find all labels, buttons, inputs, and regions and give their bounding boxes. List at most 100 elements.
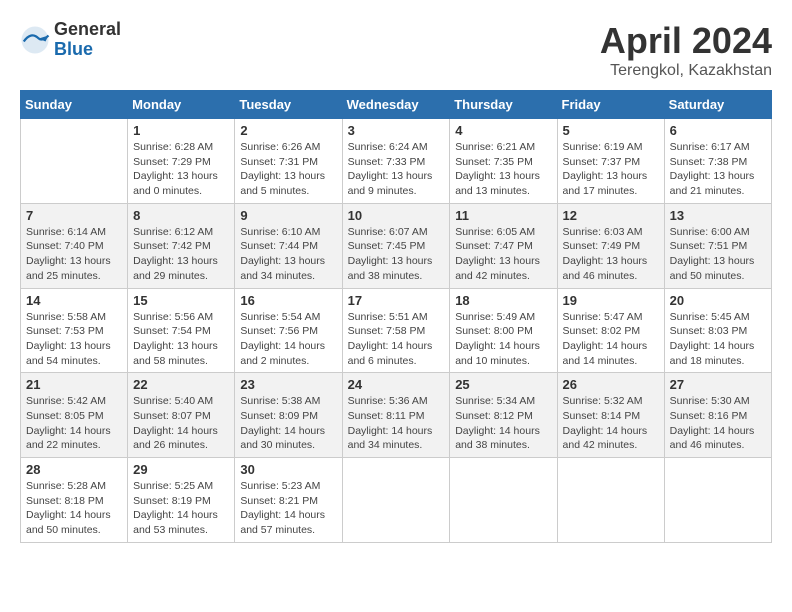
- title-block: April 2024 Terengkol, Kazakhstan: [600, 20, 772, 80]
- day-info: Sunrise: 6:26 AMSunset: 7:31 PMDaylight:…: [240, 140, 336, 199]
- day-cell: 20Sunrise: 5:45 AMSunset: 8:03 PMDayligh…: [664, 288, 771, 373]
- day-info: Sunrise: 6:24 AMSunset: 7:33 PMDaylight:…: [348, 140, 445, 199]
- day-info: Sunrise: 5:49 AMSunset: 8:00 PMDaylight:…: [455, 310, 551, 369]
- day-info: Sunrise: 5:25 AMSunset: 8:19 PMDaylight:…: [133, 479, 229, 538]
- day-cell: 10 Sunrise: 6:07 AMSunset: 7:45 PMDayligh…: [342, 203, 450, 288]
- day-info: Sunrise: 6:07 AMSunset: 7:45 PMDaylight:…: [348, 225, 445, 284]
- day-number: 19: [563, 293, 659, 308]
- day-info: Sunrise: 6:03 AMSunset: 7:49 PMDaylight:…: [563, 225, 659, 284]
- day-cell: 1 Sunrise: 6:28 AMSunset: 7:29 PMDaylight…: [128, 119, 235, 204]
- day-number: 2: [240, 123, 336, 138]
- day-cell: 18Sunrise: 5:49 AMSunset: 8:00 PMDayligh…: [450, 288, 557, 373]
- day-cell: 7 Sunrise: 6:14 AMSunset: 7:40 PMDaylight…: [21, 203, 128, 288]
- day-number: 8: [133, 208, 229, 223]
- column-header-saturday: Saturday: [664, 91, 771, 119]
- logo-general-text: General: [54, 20, 121, 40]
- week-row-2: 7 Sunrise: 6:14 AMSunset: 7:40 PMDaylight…: [21, 203, 772, 288]
- location: Terengkol, Kazakhstan: [600, 62, 772, 80]
- day-cell: 22 Sunrise: 5:40 AMSunset: 8:07 PMDayligh…: [128, 373, 235, 458]
- day-cell: 13 Sunrise: 6:00 AMSunset: 7:51 PMDayligh…: [664, 203, 771, 288]
- day-number: 11: [455, 208, 551, 223]
- day-number: 4: [455, 123, 551, 138]
- day-info: Sunrise: 5:36 AMSunset: 8:11 PMDaylight:…: [348, 394, 445, 453]
- day-number: 25: [455, 377, 551, 392]
- day-cell: [557, 458, 664, 543]
- day-number: 5: [563, 123, 659, 138]
- day-cell: [342, 458, 450, 543]
- day-info: Sunrise: 5:40 AMSunset: 8:07 PMDaylight:…: [133, 394, 229, 453]
- day-info: Sunrise: 5:28 AMSunset: 8:18 PMDaylight:…: [26, 479, 122, 538]
- day-cell: 19 Sunrise: 5:47 AMSunset: 8:02 PMDayligh…: [557, 288, 664, 373]
- header-row: SundayMondayTuesdayWednesdayThursdayFrid…: [21, 91, 772, 119]
- day-cell: 29Sunrise: 5:25 AMSunset: 8:19 PMDayligh…: [128, 458, 235, 543]
- day-info: Sunrise: 5:47 AMSunset: 8:02 PMDaylight:…: [563, 310, 659, 369]
- day-info: Sunrise: 5:32 AMSunset: 8:14 PMDaylight:…: [563, 394, 659, 453]
- day-info: Sunrise: 5:34 AMSunset: 8:12 PMDaylight:…: [455, 394, 551, 453]
- header: General Blue April 2024 Terengkol, Kazak…: [20, 20, 772, 80]
- day-cell: 24 Sunrise: 5:36 AMSunset: 8:11 PMDayligh…: [342, 373, 450, 458]
- column-header-sunday: Sunday: [21, 91, 128, 119]
- calendar-table: SundayMondayTuesdayWednesdayThursdayFrid…: [20, 90, 772, 543]
- day-cell: 25 Sunrise: 5:34 AMSunset: 8:12 PMDayligh…: [450, 373, 557, 458]
- day-cell: 14Sunrise: 5:58 AMSunset: 7:53 PMDayligh…: [21, 288, 128, 373]
- day-cell: 12 Sunrise: 6:03 AMSunset: 7:49 PMDayligh…: [557, 203, 664, 288]
- day-number: 10: [348, 208, 445, 223]
- column-header-monday: Monday: [128, 91, 235, 119]
- day-cell: 5 Sunrise: 6:19 AMSunset: 7:37 PMDaylight…: [557, 119, 664, 204]
- week-row-4: 21Sunrise: 5:42 AMSunset: 8:05 PMDayligh…: [21, 373, 772, 458]
- day-number: 26: [563, 377, 659, 392]
- day-number: 22: [133, 377, 229, 392]
- day-number: 28: [26, 462, 122, 477]
- column-header-thursday: Thursday: [450, 91, 557, 119]
- day-info: Sunrise: 5:45 AMSunset: 8:03 PMDaylight:…: [670, 310, 766, 369]
- day-cell: 11 Sunrise: 6:05 AMSunset: 7:47 PMDayligh…: [450, 203, 557, 288]
- day-cell: 30Sunrise: 5:23 AMSunset: 8:21 PMDayligh…: [235, 458, 342, 543]
- day-number: 12: [563, 208, 659, 223]
- day-number: 30: [240, 462, 336, 477]
- day-cell: 21Sunrise: 5:42 AMSunset: 8:05 PMDayligh…: [21, 373, 128, 458]
- day-number: 7: [26, 208, 122, 223]
- day-cell: 4 Sunrise: 6:21 AMSunset: 7:35 PMDaylight…: [450, 119, 557, 204]
- column-header-wednesday: Wednesday: [342, 91, 450, 119]
- day-number: 24: [348, 377, 445, 392]
- day-info: Sunrise: 6:21 AMSunset: 7:35 PMDaylight:…: [455, 140, 551, 199]
- day-cell: 23 Sunrise: 5:38 AMSunset: 8:09 PMDayligh…: [235, 373, 342, 458]
- day-cell: [664, 458, 771, 543]
- day-cell: 26 Sunrise: 5:32 AMSunset: 8:14 PMDayligh…: [557, 373, 664, 458]
- day-info: Sunrise: 6:00 AMSunset: 7:51 PMDaylight:…: [670, 225, 766, 284]
- day-info: Sunrise: 5:30 AMSunset: 8:16 PMDaylight:…: [670, 394, 766, 453]
- day-info: Sunrise: 5:51 AMSunset: 7:58 PMDaylight:…: [348, 310, 445, 369]
- day-number: 27: [670, 377, 766, 392]
- month-title: April 2024: [600, 20, 772, 62]
- day-cell: 17 Sunrise: 5:51 AMSunset: 7:58 PMDayligh…: [342, 288, 450, 373]
- day-cell: 9Sunrise: 6:10 AMSunset: 7:44 PMDaylight…: [235, 203, 342, 288]
- day-cell: 15Sunrise: 5:56 AMSunset: 7:54 PMDayligh…: [128, 288, 235, 373]
- day-cell: 6Sunrise: 6:17 AMSunset: 7:38 PMDaylight…: [664, 119, 771, 204]
- day-number: 23: [240, 377, 336, 392]
- day-info: Sunrise: 6:28 AMSunset: 7:29 PMDaylight:…: [133, 140, 229, 199]
- day-number: 1: [133, 123, 229, 138]
- day-number: 3: [348, 123, 445, 138]
- week-row-1: 1 Sunrise: 6:28 AMSunset: 7:29 PMDaylight…: [21, 119, 772, 204]
- day-cell: 8Sunrise: 6:12 AMSunset: 7:42 PMDaylight…: [128, 203, 235, 288]
- logo: General Blue: [20, 20, 121, 60]
- day-cell: 16Sunrise: 5:54 AMSunset: 7:56 PMDayligh…: [235, 288, 342, 373]
- day-cell: 28 Sunrise: 5:28 AMSunset: 8:18 PMDayligh…: [21, 458, 128, 543]
- week-row-3: 14Sunrise: 5:58 AMSunset: 7:53 PMDayligh…: [21, 288, 772, 373]
- logo-blue-text: Blue: [54, 40, 121, 60]
- day-cell: 3 Sunrise: 6:24 AMSunset: 7:33 PMDaylight…: [342, 119, 450, 204]
- column-header-tuesday: Tuesday: [235, 91, 342, 119]
- day-number: 15: [133, 293, 229, 308]
- day-number: 16: [240, 293, 336, 308]
- logo-icon: [20, 25, 50, 55]
- day-number: 21: [26, 377, 122, 392]
- day-info: Sunrise: 6:17 AMSunset: 7:38 PMDaylight:…: [670, 140, 766, 199]
- day-number: 17: [348, 293, 445, 308]
- day-info: Sunrise: 6:14 AMSunset: 7:40 PMDaylight:…: [26, 225, 122, 284]
- day-number: 13: [670, 208, 766, 223]
- day-info: Sunrise: 6:19 AMSunset: 7:37 PMDaylight:…: [563, 140, 659, 199]
- day-info: Sunrise: 5:38 AMSunset: 8:09 PMDaylight:…: [240, 394, 336, 453]
- day-info: Sunrise: 6:05 AMSunset: 7:47 PMDaylight:…: [455, 225, 551, 284]
- day-info: Sunrise: 6:10 AMSunset: 7:44 PMDaylight:…: [240, 225, 336, 284]
- week-row-5: 28 Sunrise: 5:28 AMSunset: 8:18 PMDayligh…: [21, 458, 772, 543]
